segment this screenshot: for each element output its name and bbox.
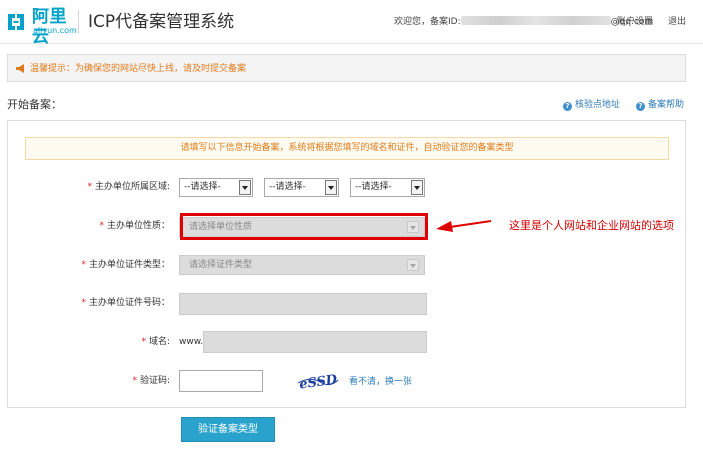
nature-label: * 主办单位性质： — [99, 220, 170, 232]
verify-type-button[interactable]: 验证备案类型 — [181, 417, 275, 442]
city-select-value: --请选择- — [269, 182, 306, 192]
logo-divider — [78, 10, 79, 34]
cert-number-input[interactable] — [179, 293, 427, 315]
domain-label: * 域名: — [141, 336, 170, 348]
required-mark: * — [81, 260, 86, 270]
domain-label-text: 域名: — [148, 337, 170, 347]
user-info: 欢迎您，备案ID: @qq.com — [394, 16, 653, 28]
cert-number-label: * 主办单位证件号码： — [81, 297, 170, 309]
chevron-down-icon — [411, 180, 423, 195]
verify-point-link[interactable]: ? 核验点地址 — [563, 100, 620, 111]
required-mark: * — [141, 337, 146, 347]
annotation-arrow-icon — [436, 220, 492, 232]
required-mark: * — [81, 298, 86, 308]
aliyun-logo[interactable]: 阿里云 aliyun.com — [4, 7, 80, 47]
domain-input[interactable] — [203, 331, 427, 353]
region-label-text: 主办单位所属区域: — [94, 182, 170, 192]
cert-number-label-text: 主办单位证件号码： — [88, 298, 170, 308]
required-mark: * — [132, 376, 137, 386]
district-select-value: --请选择- — [355, 182, 392, 192]
chevron-down-icon — [407, 259, 419, 271]
top-header: 阿里云 aliyun.com ICP代备案管理系统 欢迎您，备案ID: @qq.c… — [0, 0, 703, 47]
notice-bar: 温馨提示：为确保您的网站尽快上线，请及时提交备案 — [7, 54, 686, 82]
section-title: 开始备案： — [7, 98, 62, 111]
help-icon: ? — [636, 102, 645, 111]
record-help-link[interactable]: ? 备案帮助 — [636, 100, 684, 111]
welcome-text: 欢迎您，备案ID: — [394, 17, 461, 27]
domain-prefix: www. — [179, 337, 204, 347]
cert-type-label-text: 主办单位证件类型： — [88, 260, 170, 270]
nature-label-text: 主办单位性质： — [106, 221, 170, 231]
captcha-refresh-link[interactable]: 看不清，换一张 — [349, 376, 412, 388]
cert-type-label: * 主办单位证件类型： — [81, 259, 170, 271]
redacted-user-id — [460, 16, 611, 25]
logo-subtext: aliyun.com — [33, 26, 77, 35]
captcha-label-text: 验证码: — [139, 376, 170, 386]
record-help-label: 备案帮助 — [648, 100, 685, 110]
annotation-highlight-box — [180, 213, 428, 240]
captcha-input[interactable] — [179, 370, 263, 392]
cert-type-placeholder: 请选择证件类型 — [189, 260, 253, 270]
system-title: ICP代备案管理系统 — [88, 12, 235, 32]
help-icon: ? — [563, 102, 572, 111]
chevron-down-icon — [239, 180, 251, 195]
captcha-label: * 验证码: — [132, 375, 170, 387]
verify-point-label: 核验点地址 — [575, 100, 621, 110]
annotation-text: 这里是个人网站和企业网站的选项 — [509, 219, 674, 232]
city-select[interactable]: --请选择- — [264, 178, 339, 197]
province-select[interactable]: --请选择- — [179, 178, 253, 197]
account-settings-link[interactable]: 账户设置 — [617, 16, 653, 28]
logout-link[interactable]: 退出 — [668, 16, 686, 28]
form-tip: 请填写以下信息开始备案，系统将根据您填写的域名和证件，自动验证您的备案类型 — [25, 137, 669, 160]
required-mark: * — [87, 182, 92, 192]
district-select[interactable]: --请选择- — [350, 178, 425, 197]
aliyun-logo-icon — [8, 14, 24, 30]
notice-text: 温馨提示：为确保您的网站尽快上线，请及时提交备案 — [30, 64, 247, 74]
chevron-down-icon — [325, 180, 337, 195]
province-select-value: --请选择- — [184, 182, 221, 192]
megaphone-icon — [16, 64, 24, 73]
cert-type-select[interactable]: 请选择证件类型 — [179, 255, 425, 275]
required-mark: * — [99, 221, 104, 231]
captcha-image[interactable]: eSSD — [296, 372, 340, 390]
region-label: * 主办单位所属区域: — [87, 181, 170, 193]
